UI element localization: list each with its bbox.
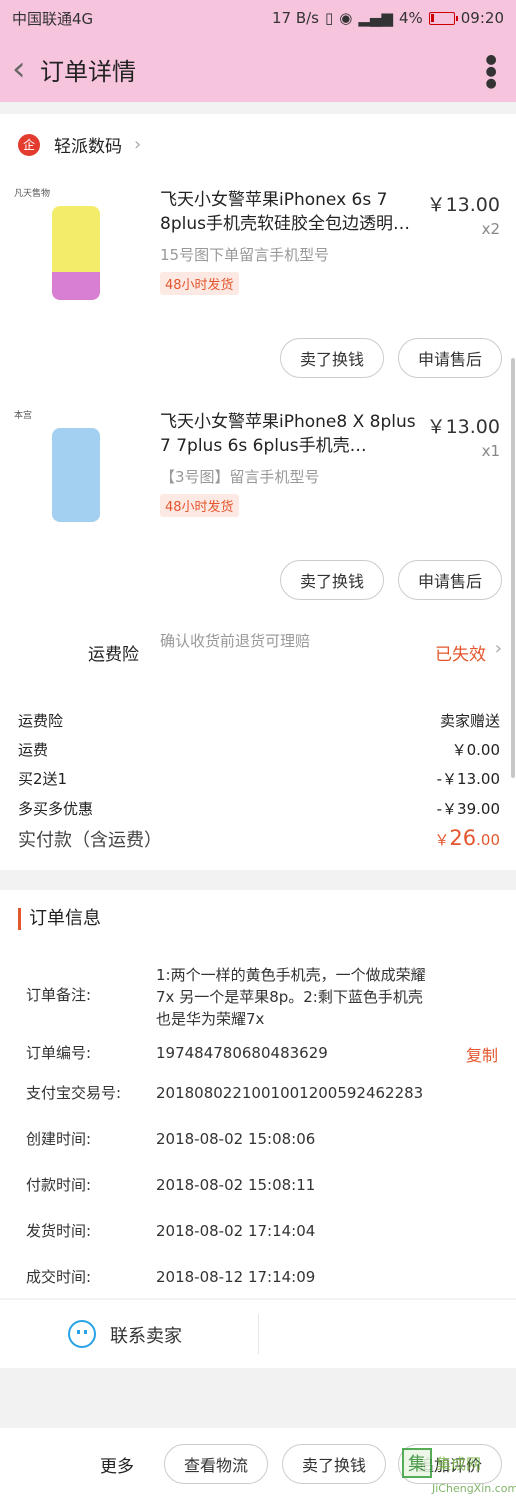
clock: 09:20 [460,9,504,27]
watermark-text: 集成网 [436,1454,482,1473]
info-label: 创建时间: [26,1130,92,1148]
order-info-card: 订单信息 订单备注: 1:两个一样的黄色手机壳，一个做成荣耀7x 另一个是苹果8… [0,890,516,1298]
currency-symbol: ￥ [434,831,450,849]
order-item[interactable]: 凡天售物 飞天小女警苹果iPhonex 6s 7 8plus手机壳软硅胶全包边透… [0,186,516,326]
item-title: 飞天小女警苹果iPhonex 6s 7 8plus手机壳软硅胶全包边透明… [160,190,410,234]
summary-card: 买2送1 -￥13.00 多买多优惠 -￥39.00 实付款（含运费） ￥26.… [0,760,516,870]
nav-bar: ‹ 订单详情 ••• [0,36,516,102]
chat-bubble-icon[interactable] [68,1320,96,1348]
back-icon[interactable]: ‹ [12,52,36,86]
info-label: 订单备注: [26,986,92,1004]
watermark-logo: 集 集成网 JiChengXin.com [402,1448,516,1495]
shop-header[interactable]: 企 轻派数码 › [18,132,141,157]
item-sku: 15号图下单留言手机型号 [160,246,330,264]
summary-row: 买2送1 -￥13.00 [18,768,500,789]
sell-button[interactable]: 卖了换钱 [280,560,384,600]
product-thumbnail: 本宫 [12,408,112,528]
info-value: 2018-08-02 17:14:04 [156,1222,316,1240]
total-amount: 26 [449,826,477,850]
freight-insurance-status: 已失效 [435,645,486,665]
watermark-site: JiChengXin.com [432,1482,516,1495]
summary-value: -￥39.00 [436,800,500,818]
info-value: 1:两个一样的黄色手机壳，一个做成荣耀7x 另一个是苹果8p。2:剩下蓝色手机壳… [156,966,426,1028]
chevron-right-icon: › [134,134,142,155]
info-label: 付款时间: [26,1176,92,1194]
contact-seller-button[interactable]: 联系卖家 [110,1322,182,1348]
thumbnail-tag: 本宫 [14,411,33,421]
summary-label: 运费险 [18,712,64,730]
summary-row: 运费险 卖家赠送 [18,710,500,731]
status-right: 17 B/s ▯ ◉ ▂▄▆ 4% 09:20 [272,9,504,27]
watermark-icon: 集 [402,1448,432,1478]
eye-icon: ◉ [339,9,353,27]
item-title: 飞天小女警苹果iPhone8 X 8plus 7 7plus 6s 6plus手… [160,412,416,456]
summary-row: 多买多优惠 -￥39.00 [18,798,500,819]
order-info-title: 订单信息 [18,908,101,930]
info-value: 2018080221001001200592462283 [156,1084,424,1102]
contact-bar: 联系卖家 [0,1300,516,1368]
more-button[interactable]: 更多 [100,1452,134,1477]
info-value: 2018-08-02 15:08:06 [156,1130,316,1148]
item-sku: 【3号图】留言手机型号 [160,468,320,486]
summary-value: 卖家赠送 [439,712,500,730]
summary-label: 多买多优惠 [18,800,94,818]
summary-value: ￥0.00 [451,741,500,759]
battery-icon [428,11,458,25]
signal-icon: ▂▄▆ [358,9,393,27]
status-bar: 中国联通4G 17 B/s ▯ ◉ ▂▄▆ 4% 09:20 [0,0,516,36]
info-value: 197484780680483629 [156,1044,328,1062]
item-price: ￥13.00 [426,194,500,216]
vibrate-icon: ▯ [325,9,334,27]
shop-name: 轻派数码 [54,137,122,157]
carrier-label: 中国联通4G [12,9,94,28]
divider [258,1314,259,1354]
summary-row: 运费 ￥0.00 [18,739,500,760]
copy-button[interactable]: 复制 [466,1042,498,1066]
phone-case-image [52,428,100,522]
summary-value: -￥13.00 [436,770,500,788]
chevron-right-icon: › [494,638,502,659]
order-item[interactable]: 本宫 飞天小女警苹果iPhone8 X 8plus 7 7plus 6s 6pl… [0,408,516,548]
total-value: ￥26.00 [434,826,500,852]
scrollbar[interactable] [511,358,515,778]
product-thumbnail: 凡天售物 [12,186,112,306]
more-menu-icon[interactable]: ••• [474,51,507,87]
network-speed: 17 B/s [271,9,319,27]
info-label: 订单编号: [26,1044,92,1062]
after-sale-button[interactable]: 申请售后 [398,338,502,378]
total-cents: .00 [476,831,500,849]
sell-button[interactable]: 卖了换钱 [280,338,384,378]
info-value: 2018-08-12 17:14:09 [156,1268,316,1286]
page-title: 订单详情 [40,57,136,86]
info-label: 成交时间: [26,1268,92,1286]
info-label: 支付宝交易号: [26,1084,122,1102]
phone-case-image [52,206,100,300]
item-quantity: x2 [481,220,500,238]
summary-label: 买2送1 [18,770,68,788]
battery-percent: 4% [398,9,423,27]
item-quantity: x1 [481,442,500,460]
after-sale-button[interactable]: 申请售后 [398,560,502,600]
info-value: 2018-08-02 15:08:11 [156,1176,316,1194]
view-logistics-button[interactable]: 查看物流 [164,1444,268,1484]
enterprise-badge-icon: 企 [18,133,40,156]
freight-insurance-row[interactable]: 运费险 确认收货前退货可理赔 已失效 › [0,626,516,682]
info-label: 发货时间: [26,1222,92,1240]
item-price: ￥13.00 [426,416,500,438]
sell-button[interactable]: 卖了换钱 [282,1444,386,1484]
total-label: 实付款（含运费） [18,830,162,851]
freight-insurance-label: 运费险 [88,645,139,665]
thumbnail-tag: 凡天售物 [14,189,51,199]
shipping-badge: 48小时发货 [160,272,239,295]
summary-label: 运费 [18,741,49,759]
shop-order-card: 企 轻派数码 › 凡天售物 飞天小女警苹果iPhonex 6s 7 8plus手… [0,114,516,760]
shipping-badge: 48小时发货 [160,494,239,517]
freight-insurance-desc: 确认收货前退货可理赔 [160,632,311,650]
total-row: 实付款（含运费） ￥26.00 [18,826,500,852]
